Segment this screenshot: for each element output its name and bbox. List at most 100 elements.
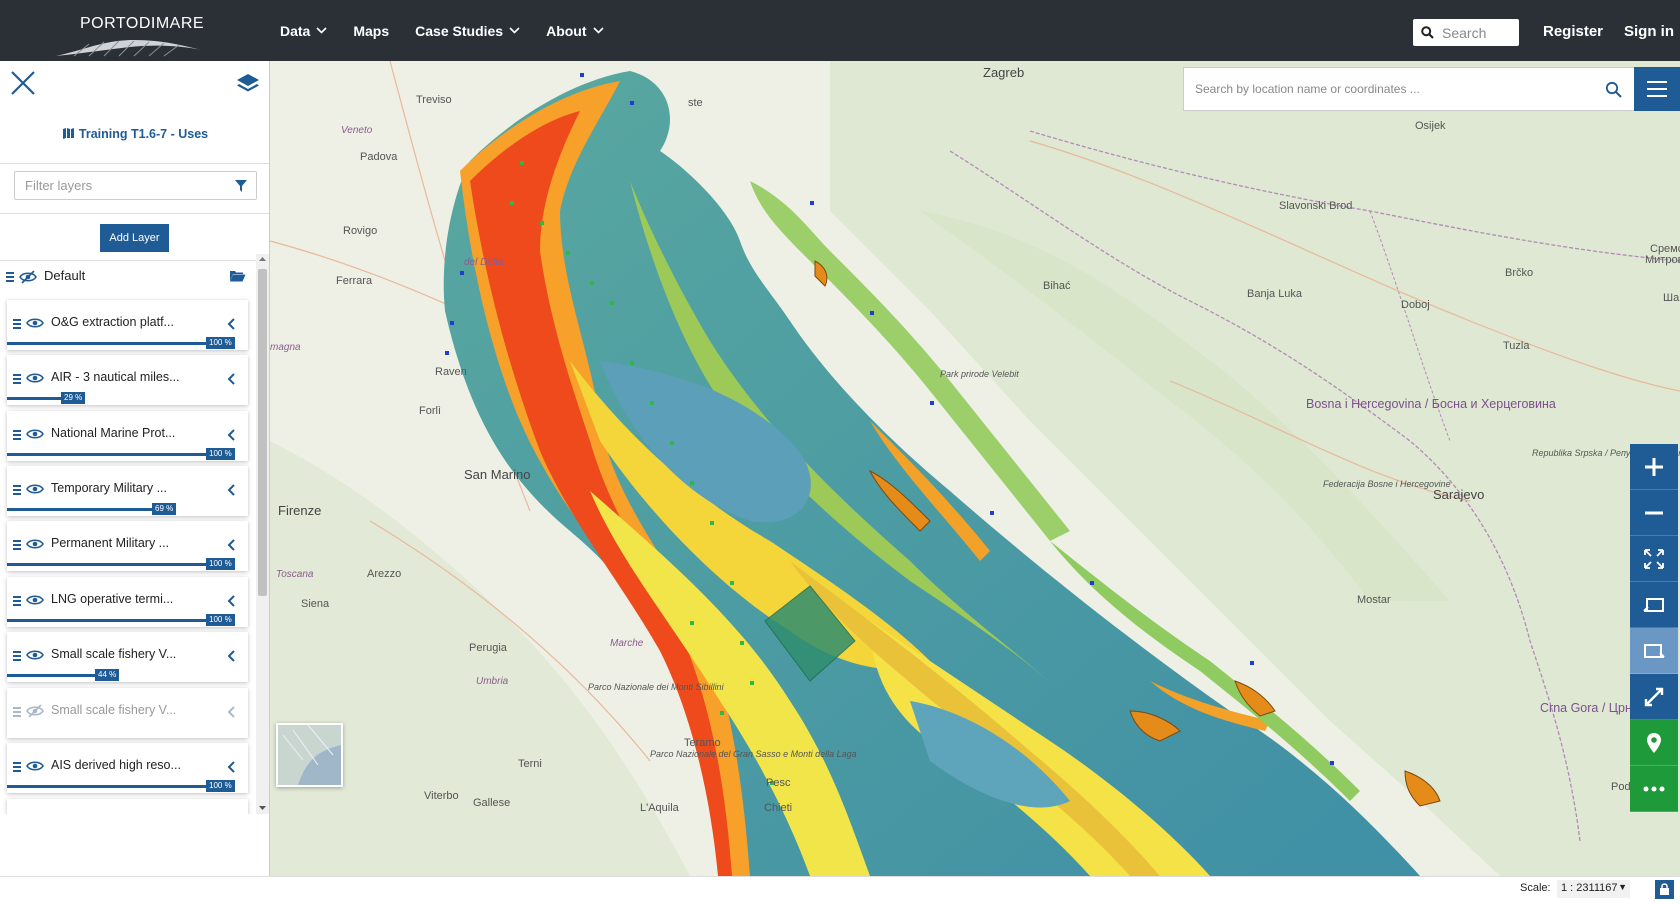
opacity-slider[interactable]: [7, 453, 234, 456]
zoom-to-extent-button[interactable]: [1630, 536, 1678, 582]
chevron-left-icon[interactable]: [227, 318, 236, 330]
scroll-down-icon[interactable]: [258, 805, 267, 811]
next-view-button[interactable]: [1630, 628, 1678, 674]
layer-item[interactable]: Permanent Military ... 100 %: [7, 521, 248, 571]
close-icon[interactable]: [10, 70, 36, 96]
fullscreen-button[interactable]: [1630, 674, 1678, 720]
layer-item[interactable]: Small scale fishery V...: [7, 688, 248, 738]
layers-icon[interactable]: [236, 73, 260, 95]
label-tuzla: Tuzla: [1503, 340, 1530, 352]
nav-about[interactable]: About: [546, 23, 604, 39]
label-veneto: Veneto: [341, 125, 373, 136]
drag-handle-icon[interactable]: [13, 319, 21, 331]
label-sarajevo: Sarajevo: [1433, 487, 1485, 502]
layer-item[interactable]: Average Vessel Dens...: [7, 799, 248, 814]
eye-icon[interactable]: [26, 371, 44, 385]
drag-handle-icon[interactable]: [6, 272, 14, 284]
zoom-out-button[interactable]: [1630, 490, 1678, 536]
layer-item[interactable]: AIR - 3 nautical miles... 29 %: [7, 355, 248, 405]
drag-handle-icon[interactable]: [13, 374, 21, 386]
scale-value: 1 : 2311167: [1561, 882, 1618, 894]
chevron-left-icon[interactable]: [227, 595, 236, 607]
opacity-value: 69 %: [152, 503, 177, 515]
eye-icon[interactable]: [26, 427, 44, 441]
eye-icon[interactable]: [26, 537, 44, 551]
nav-case-studies-label: Case Studies: [415, 22, 504, 39]
crs-selector-button[interactable]: [1655, 880, 1674, 899]
drag-handle-icon[interactable]: [13, 651, 21, 663]
scale-select[interactable]: 1 : 2311167 ▼: [1557, 880, 1630, 898]
nav-maps[interactable]: Maps: [353, 23, 389, 39]
chevron-down-icon: ▼: [1618, 882, 1627, 892]
brand-logo[interactable]: PORTODIMARE: [50, 8, 210, 58]
opacity-slider[interactable]: [7, 342, 234, 345]
sign-in-link[interactable]: Sign in: [1624, 23, 1674, 40]
opacity-value: 44 %: [95, 669, 120, 681]
zoom-in-button[interactable]: [1630, 444, 1678, 490]
layer-name: O&G extraction platf...: [51, 315, 174, 329]
label-sha: Ша: [1663, 292, 1680, 304]
layer-item[interactable]: O&G extraction platf... 100 %: [7, 300, 248, 350]
chevron-left-icon[interactable]: [227, 429, 236, 441]
add-layer-button[interactable]: Add Layer: [100, 224, 169, 252]
more-options-button[interactable]: [1630, 766, 1678, 812]
eye-icon[interactable]: [26, 759, 44, 773]
opacity-slider[interactable]: [7, 508, 164, 511]
chevron-left-icon[interactable]: [227, 650, 236, 662]
label-aquila: L'Aquila: [640, 802, 679, 814]
drag-handle-icon[interactable]: [13, 485, 21, 497]
background-switcher[interactable]: [276, 723, 343, 787]
opacity-slider[interactable]: [7, 563, 234, 566]
folder-open-icon[interactable]: [229, 269, 246, 282]
drag-handle-icon[interactable]: [13, 540, 21, 552]
plus-icon: [1645, 457, 1663, 476]
eye-slash-icon[interactable]: [26, 704, 44, 718]
layer-item[interactable]: National Marine Prot... 100 %: [7, 411, 248, 461]
search-icon[interactable]: [1605, 81, 1622, 98]
opacity-slider[interactable]: [7, 619, 234, 622]
location-search-input[interactable]: [1184, 82, 1605, 96]
opacity-value: 100 %: [206, 780, 235, 792]
layer-item[interactable]: AIS derived high reso... 100 %: [7, 743, 248, 793]
nav-case-studies[interactable]: Case Studies: [415, 23, 520, 39]
layer-group-default[interactable]: Default: [0, 254, 256, 300]
burger-menu-button[interactable]: [1634, 67, 1680, 111]
chevron-left-icon[interactable]: [227, 539, 236, 551]
eye-icon[interactable]: [26, 482, 44, 496]
chevron-left-icon[interactable]: [227, 706, 236, 718]
eye-icon[interactable]: [26, 593, 44, 607]
minus-icon: [1645, 511, 1663, 514]
filter-layers-input[interactable]: [14, 171, 257, 200]
layer-item[interactable]: LNG operative termi... 100 %: [7, 577, 248, 627]
label-teramo: Teramo: [684, 737, 721, 749]
layer-item[interactable]: Small scale fishery V... 44 %: [7, 632, 248, 682]
drag-handle-icon[interactable]: [13, 596, 21, 608]
eye-slash-icon[interactable]: [19, 270, 37, 284]
drag-handle-icon[interactable]: [13, 707, 21, 719]
opacity-value: 100 %: [206, 337, 235, 349]
drag-handle-icon[interactable]: [13, 762, 21, 774]
sidebar-scroll-thumb[interactable]: [258, 269, 267, 596]
layer-name: National Marine Prot...: [51, 426, 176, 440]
label-doboj: Doboj: [1401, 299, 1430, 311]
map-viewport[interactable]: Zagreb Treviso Veneto Padova Rovigo Ferr…: [270, 61, 1680, 876]
chevron-left-icon[interactable]: [227, 373, 236, 385]
register-link[interactable]: Register: [1543, 23, 1603, 40]
scroll-up-icon[interactable]: [258, 256, 267, 262]
opacity-slider[interactable]: [7, 674, 107, 677]
previous-view-button[interactable]: [1630, 582, 1678, 628]
eye-icon[interactable]: [26, 648, 44, 662]
eye-icon[interactable]: [26, 316, 44, 330]
map-title-text: Training T1.6-7 - Uses: [78, 127, 209, 141]
top-search-input[interactable]: Search: [1413, 19, 1519, 46]
chevron-left-icon[interactable]: [227, 761, 236, 773]
drag-handle-icon[interactable]: [13, 430, 21, 442]
label-mitrova: Митров: [1645, 254, 1680, 266]
opacity-slider[interactable]: [7, 785, 234, 788]
label-rovigo: Rovigo: [343, 225, 378, 237]
nav-data[interactable]: Data: [280, 23, 327, 39]
filter-icon[interactable]: [235, 180, 247, 192]
layer-item[interactable]: Temporary Military ... 69 %: [7, 466, 248, 516]
locate-button[interactable]: [1630, 720, 1678, 766]
chevron-left-icon[interactable]: [227, 484, 236, 496]
